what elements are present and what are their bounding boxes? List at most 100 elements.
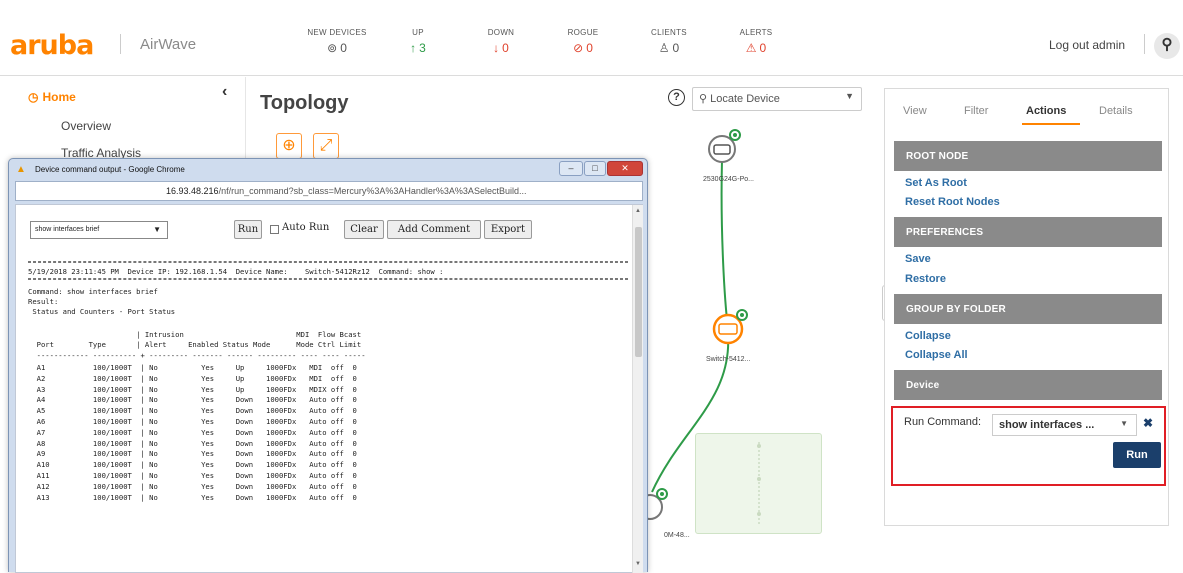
stat-alerts[interactable]: ALERTS ⚠ 0 <box>711 28 801 55</box>
add-comment-button[interactable]: Add Comment <box>387 220 481 239</box>
url-path: /nf/run_command?sb_class=Mercury%3A%3AHa… <box>218 186 527 196</box>
stat-label: UP <box>412 28 424 37</box>
stat-label: ROGUE <box>567 28 599 37</box>
section-preferences: PREFERENCES <box>894 217 1162 247</box>
chevron-down-icon: ▼ <box>845 91 854 101</box>
output-divider <box>28 261 628 263</box>
run-command-value: show interfaces ... <box>999 419 1095 431</box>
save-link[interactable]: Save <box>905 253 931 265</box>
stat-value: ♙ 0 <box>624 41 714 55</box>
run-command-label: Run Command: <box>904 416 982 428</box>
node-label: 2530G24G-Po... <box>703 176 754 183</box>
down-arrow-icon: ↓ <box>493 41 500 55</box>
home-icon: ◷ <box>28 90 39 104</box>
close-icon[interactable]: ✕ <box>607 161 643 176</box>
device-node-top[interactable] <box>708 129 741 163</box>
output-info-line: 5/19/2018 23:11:45 PM Device IP: 192.168… <box>28 267 444 276</box>
stat-label: CLIENTS <box>651 28 687 37</box>
reset-root-nodes-link[interactable]: Reset Root Nodes <box>905 196 1000 208</box>
close-icon[interactable]: ✖ <box>1143 416 1153 430</box>
node-label: Switch-5412... <box>706 356 751 363</box>
stat-value: ↑ 3 <box>373 41 463 55</box>
stat-count: 0 <box>759 41 767 55</box>
command-output-window: ▲ Device command output - Google Chrome … <box>8 158 648 573</box>
nav-home[interactable]: ◷ Home <box>28 90 76 104</box>
logo-divider <box>120 34 121 54</box>
table-row: A12 100/1000T | No Yes Down 1000FDx Auto… <box>28 481 375 491</box>
section-root-node: ROOT NODE <box>894 141 1162 171</box>
tab-details[interactable]: Details <box>1099 105 1133 117</box>
command-select[interactable]: show interfaces brief ▼ <box>30 221 168 239</box>
collapse-all-link[interactable]: Collapse All <box>905 349 968 361</box>
up-arrow-icon: ↑ <box>410 41 417 55</box>
scroll-up-icon[interactable]: ▲ <box>635 208 641 214</box>
actions-panel: View Filter Actions Details ROOT NODE Se… <box>884 88 1169 526</box>
topology-link <box>720 159 729 326</box>
window-title: Device command output - Google Chrome <box>35 165 185 174</box>
page-title: Topology <box>260 92 349 114</box>
stat-up[interactable]: UP ↑ 3 <box>373 28 463 55</box>
run-command-highlight: Run Command: show interfaces ... ▼ ✖ Run <box>891 406 1166 486</box>
tab-actions[interactable]: Actions <box>1026 105 1066 117</box>
run-button[interactable]: Run <box>1113 442 1161 468</box>
stat-rogue[interactable]: ROGUE ⊘ 0 <box>538 28 628 55</box>
maximize-icon[interactable]: □ <box>584 161 606 176</box>
locate-device-placeholder: Locate Device <box>710 93 780 105</box>
auto-run-checkbox[interactable] <box>270 225 279 234</box>
run-button[interactable]: Run <box>234 220 262 239</box>
stat-new-devices[interactable]: NEW DEVICES ⊚ 0 <box>292 28 382 55</box>
aruba-logo[interactable]: aruba <box>10 30 94 61</box>
table-row: A3 100/1000T | No Yes Up 1000FDx MDIX of… <box>28 384 375 394</box>
folder-group[interactable] <box>695 433 822 534</box>
restore-link[interactable]: Restore <box>905 273 946 285</box>
tab-view[interactable]: View <box>903 105 927 117</box>
set-as-root-link[interactable]: Set As Root <box>905 177 967 189</box>
table-row: A4 100/1000T | No Yes Down 1000FDx Auto … <box>28 395 375 405</box>
stat-value: ↓ 0 <box>456 41 546 55</box>
output-divider <box>28 278 628 280</box>
alert-icon: ⚠ <box>745 41 757 55</box>
scrollbar-thumb[interactable] <box>635 227 642 357</box>
search-icon[interactable]: ⚲ <box>1154 33 1180 59</box>
nav-home-label: Home <box>42 90 76 104</box>
collapse-nav-icon[interactable]: ‹ <box>222 83 227 101</box>
rogue-icon: ⊘ <box>573 41 584 55</box>
run-command-select[interactable]: show interfaces ... ▼ <box>992 414 1137 436</box>
tab-filter[interactable]: Filter <box>964 105 988 117</box>
stat-value: ⊚ 0 <box>292 41 382 55</box>
stat-label: ALERTS <box>739 28 773 37</box>
window-controls: – □ ✕ <box>559 161 645 177</box>
table-row: A1 100/1000T | No Yes Up 1000FDx MDI off… <box>28 363 375 372</box>
logout-link[interactable]: Log out admin <box>1049 38 1125 52</box>
export-button[interactable]: Export <box>484 220 532 239</box>
chevron-down-icon: ▼ <box>153 225 161 234</box>
stat-label: DOWN <box>487 28 515 37</box>
address-bar[interactable]: 16.93.48.216/nf/run_command?sb_class=Mer… <box>15 181 643 201</box>
stat-down[interactable]: DOWN ↓ 0 <box>456 28 546 55</box>
table-row: A2 100/1000T | No Yes Up 1000FDx MDI off… <box>28 373 375 383</box>
collapse-link[interactable]: Collapse <box>905 330 951 342</box>
device-node-switch[interactable] <box>712 309 748 345</box>
section-group-by-folder: GROUP BY FOLDER <box>894 294 1162 324</box>
table-header: Port Type | Alert Enabled Status Mode Mo… <box>28 340 362 349</box>
warning-icon: ▲ <box>16 164 26 175</box>
table-row: A9 100/1000T | No Yes Down 1000FDx Auto … <box>28 449 375 459</box>
url-host: 16.93.48.216 <box>166 186 219 196</box>
stat-clients[interactable]: CLIENTS ♙ 0 <box>624 28 714 55</box>
table-row: A5 100/1000T | No Yes Down 1000FDx Auto … <box>28 406 375 416</box>
scroll-down-icon[interactable]: ▼ <box>635 561 641 567</box>
locate-device-select[interactable]: ⚲ Locate Device ▼ <box>692 87 862 111</box>
table-header: | Intrusion MDI Flow Bcast <box>28 330 362 339</box>
table-row: A13 100/1000T | No Yes Down 1000FDx Auto… <box>28 492 375 502</box>
product-name: AirWave <box>140 36 197 53</box>
stat-label: NEW DEVICES <box>307 28 367 37</box>
table-row: A10 100/1000T | No Yes Down 1000FDx Auto… <box>28 460 375 470</box>
zoom-in-icon[interactable]: ⊕ <box>276 133 302 159</box>
help-icon[interactable]: ? <box>668 89 685 106</box>
nav-item-overview[interactable]: Overview <box>61 119 111 133</box>
minimize-icon[interactable]: – <box>559 161 583 176</box>
stat-value: ⊘ 0 <box>538 41 628 55</box>
fullscreen-icon[interactable]: ⤢ <box>313 133 339 159</box>
scrollbar[interactable]: ▲ ▼ <box>632 205 643 573</box>
clear-button[interactable]: Clear <box>344 220 384 239</box>
